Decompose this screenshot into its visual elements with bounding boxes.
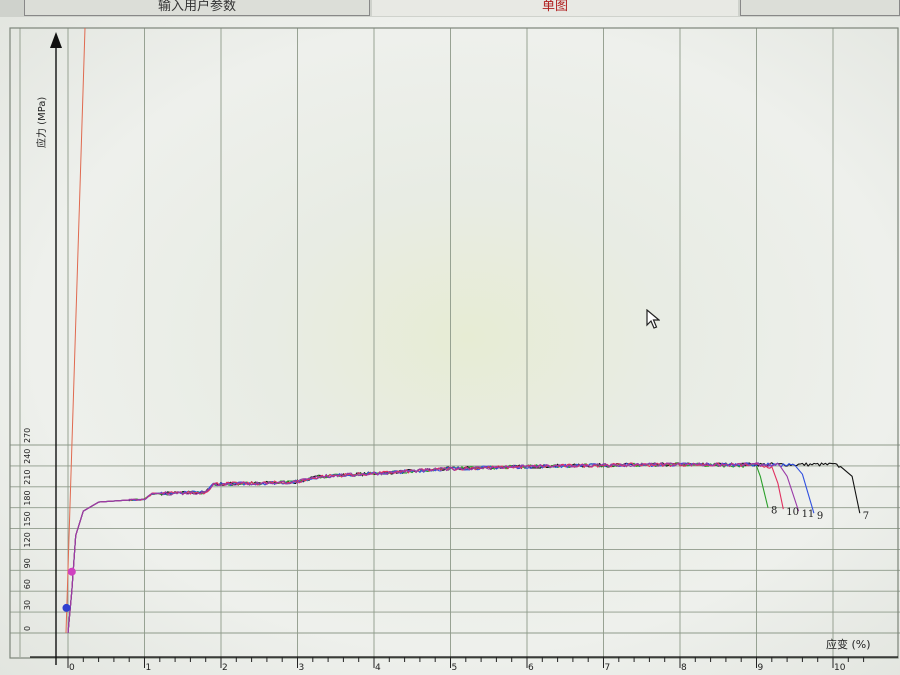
series-line-8 xyxy=(67,462,769,634)
yield-markers xyxy=(62,567,76,612)
series-labels: 7 8 9 10 11 xyxy=(771,506,869,523)
series-label: 9 xyxy=(817,511,823,522)
test-software-window: 输入用户参数 单图 0 1 2 3 4 5 6 7 8 9 10 0 30 60 90 120 150 180 2… xyxy=(0,0,900,675)
x-tick-label: 7 xyxy=(605,663,611,673)
y-tick-label: 210 xyxy=(23,469,32,484)
y-tick-label: 270 xyxy=(23,428,32,443)
x-tick-label: 2 xyxy=(222,663,228,673)
series-line-7 xyxy=(67,462,861,634)
chart-axes xyxy=(30,27,898,668)
x-tick-label: 4 xyxy=(375,663,381,673)
x-tick-label: 8 xyxy=(681,663,687,673)
chart-grid xyxy=(9,27,900,659)
series-line-11 xyxy=(67,462,800,634)
y-tick-label: 30 xyxy=(23,600,32,610)
x-tick-label: 6 xyxy=(528,663,534,673)
x-tick-label: 10 xyxy=(834,663,846,673)
x-tick-label: 5 xyxy=(452,663,458,673)
y-axis-label: 应力 (MPa) xyxy=(35,97,48,148)
y-tick-label: 120 xyxy=(23,532,32,547)
y-tick-label: 150 xyxy=(23,511,32,526)
series-line-10 xyxy=(67,462,784,634)
y-tick-label: 90 xyxy=(23,558,32,568)
yield-marker xyxy=(62,603,71,612)
y-tick-labels: 0 30 60 90 120 150 180 210 240 270 xyxy=(23,428,32,631)
x-tick-labels: 0 1 2 3 4 5 6 7 8 9 10 xyxy=(69,663,846,673)
chart-frame xyxy=(9,27,899,659)
x-tick-label: 0 xyxy=(69,663,75,673)
y-tick-label: 180 xyxy=(23,490,32,505)
y-tick-label: 240 xyxy=(23,449,32,464)
stress-strain-chart: 0 1 2 3 4 5 6 7 8 9 10 0 30 60 90 120 150 180 210 240 270 7… xyxy=(9,27,900,673)
mouse-cursor-icon xyxy=(646,309,660,329)
series-label: 7 xyxy=(863,511,869,522)
yield-marker xyxy=(67,567,76,576)
series-label: 10 xyxy=(786,507,799,518)
y-tick-label: 0 xyxy=(23,626,32,631)
x-tick-label: 3 xyxy=(299,663,305,673)
y-tick-label: 60 xyxy=(23,579,32,589)
series-label: 8 xyxy=(771,506,777,517)
x-axis-label: 应变 (%) xyxy=(826,637,871,651)
x-tick-label: 9 xyxy=(758,663,764,673)
y-axis-arrow-icon xyxy=(50,32,62,48)
series-line-9 xyxy=(67,462,815,634)
x-tick-label: 1 xyxy=(146,663,152,673)
series-lines xyxy=(67,462,861,634)
series-label: 11 xyxy=(802,509,815,520)
